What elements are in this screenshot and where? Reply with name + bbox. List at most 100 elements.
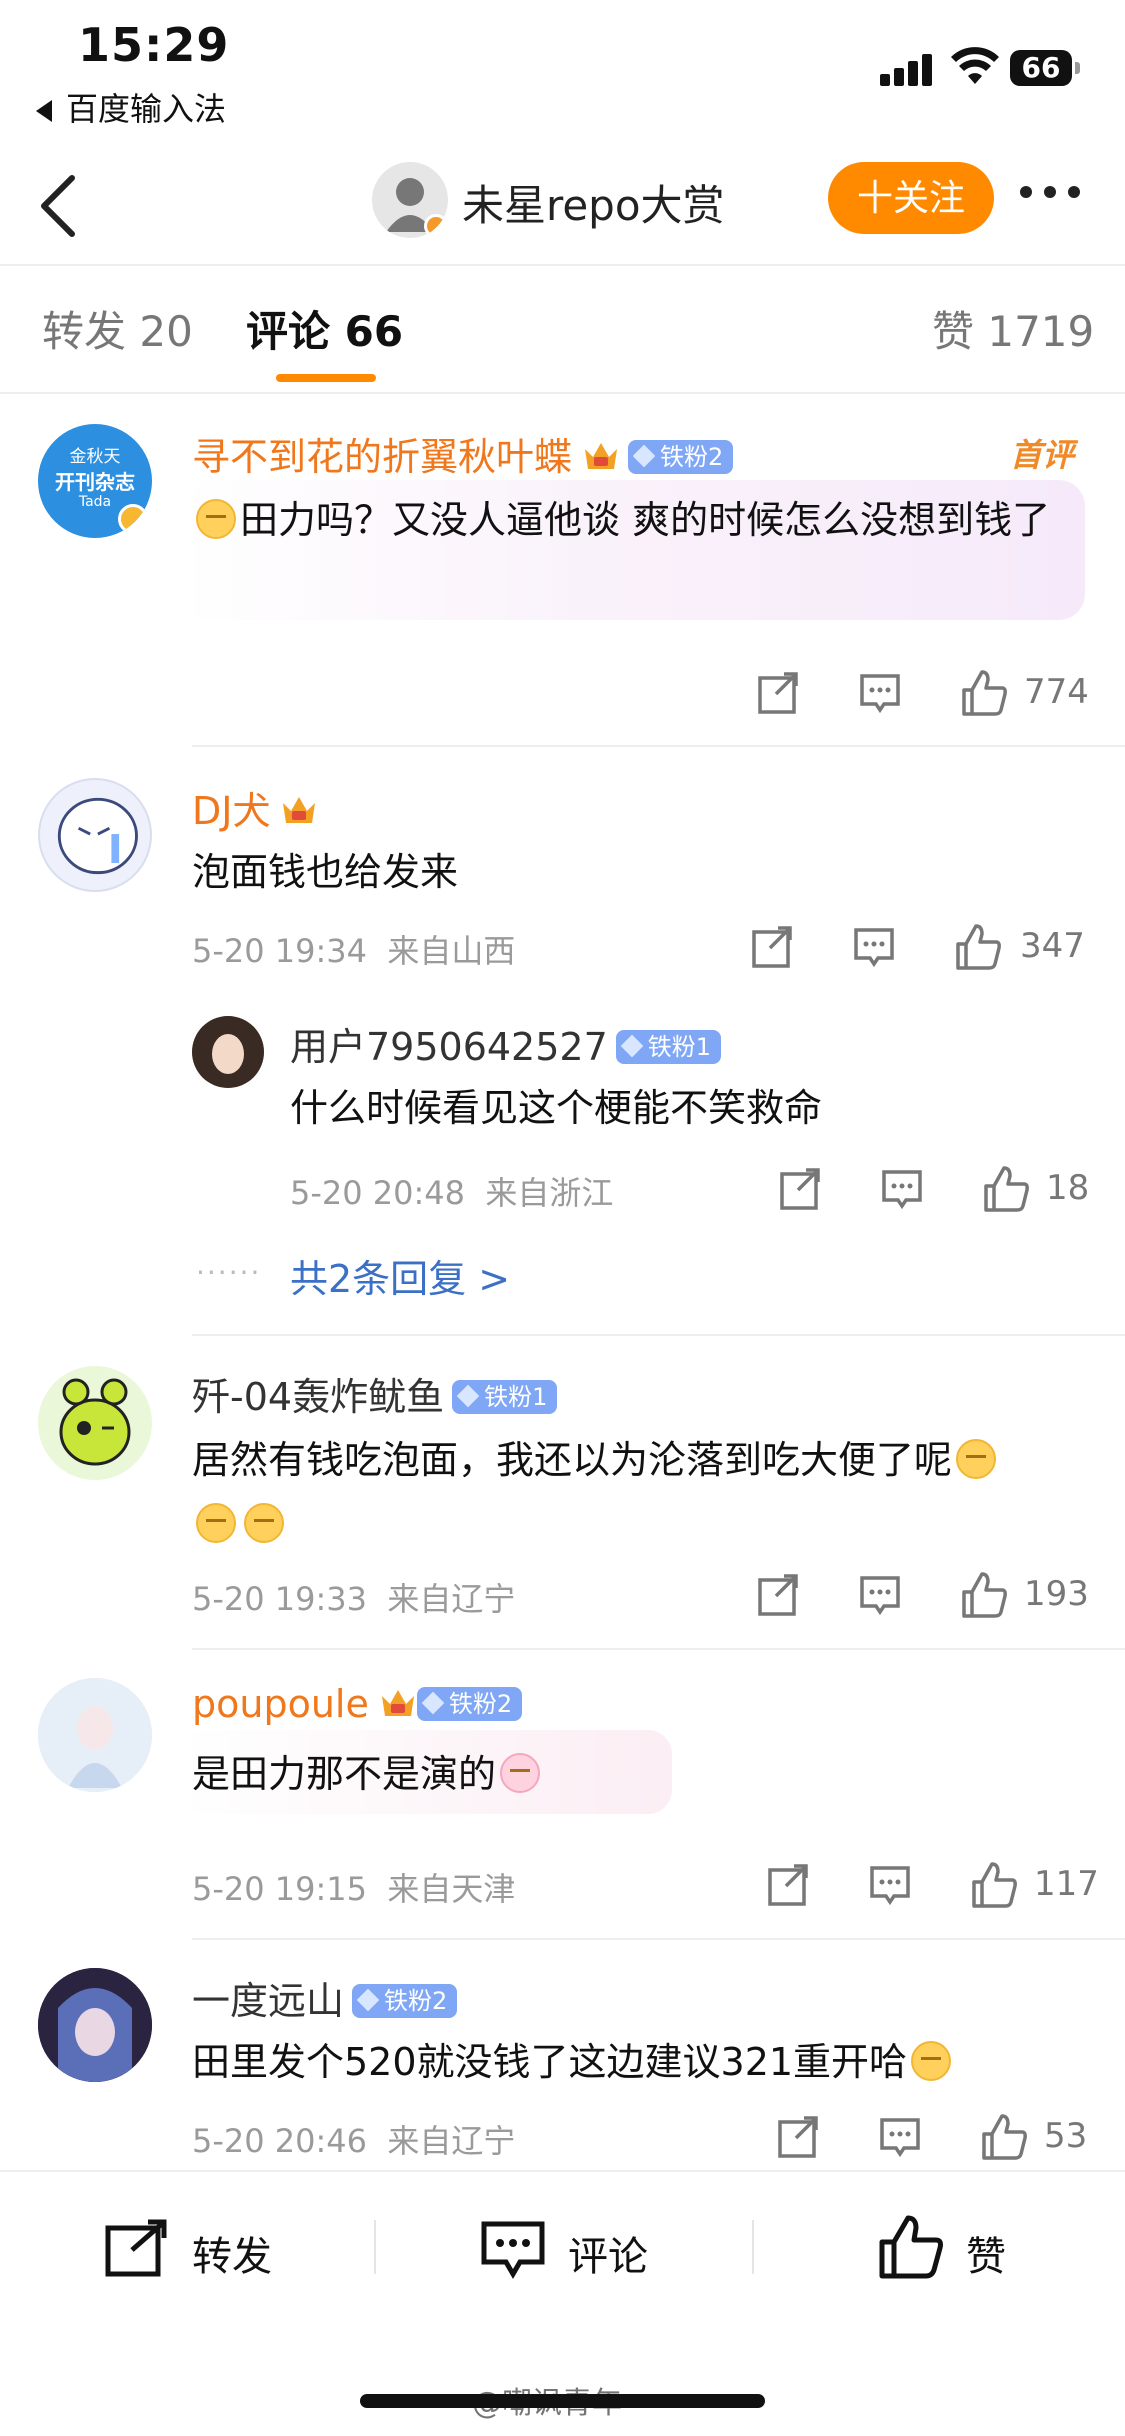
active-tab-indicator (276, 374, 376, 382)
comment-username[interactable]: DJ犬 (192, 780, 318, 835)
cartoon-avatar-image (57, 797, 138, 875)
share-icon[interactable] (756, 668, 800, 718)
repost-button[interactable]: 转发 (104, 2218, 304, 2280)
like-count: 117 (1034, 1864, 1099, 1904)
comment-actions: 117 (766, 1860, 1099, 1910)
like-count: 347 (1020, 926, 1085, 966)
comment-time: 5-20 19:15 (192, 1870, 368, 1908)
comment-icon[interactable] (852, 922, 896, 972)
nav-divider (0, 264, 1125, 266)
comment-text: 居然有钱吃泡面，我还以为沦落到吃大便了呢 (192, 1428, 1082, 1556)
reply-location: 来自浙江 (485, 1174, 614, 1212)
back-to-app-link[interactable]: 百度输入法 (36, 84, 226, 130)
back-triangle-icon (36, 100, 52, 122)
tab-likes[interactable]: 赞 1719 (932, 298, 1094, 359)
fan-badge-label: 铁粉2 (660, 442, 724, 471)
comment-username[interactable]: poupoule 铁粉2 (192, 1682, 523, 1726)
status-time: 15:29 (78, 18, 230, 72)
like-icon[interactable] (982, 1164, 1030, 1214)
comment-divider (192, 1648, 1125, 1650)
avatar-text-line: 开刊杂志 (55, 470, 135, 494)
reply-username[interactable]: 用户7950642527 铁粉1 (290, 1016, 722, 1071)
comment-text-content: 是田力那不是演的 (192, 1752, 497, 1796)
comment-time: 5-20 19:34 (192, 932, 368, 970)
comment-icon[interactable] (880, 1164, 924, 1214)
cellular-signal-icon (880, 52, 936, 86)
share-icon[interactable] (750, 922, 794, 972)
comment-text-content: 居然有钱吃泡面，我还以为沦落到吃大便了呢 (192, 1438, 953, 1482)
comment-meta: 5-20 19:34 来自山西 (192, 926, 515, 972)
back-app-label: 百度输入法 (66, 90, 227, 128)
fan-badge-label: 铁粉1 (647, 1032, 712, 1061)
comment-icon[interactable] (868, 1860, 912, 1910)
like-icon[interactable] (970, 1860, 1018, 1910)
crown-icon (283, 796, 316, 823)
reply-avatar[interactable] (192, 1016, 264, 1088)
comment-text-content: 田力吗？又没人逼他谈 爽的时候怎么没想到钱了 (240, 498, 1051, 542)
comment-text: 是田力那不是演的 (192, 1742, 1082, 1806)
laugh-cry-emoji-icon (911, 2040, 952, 2081)
comment-button[interactable]: 评论 (480, 2218, 680, 2280)
fan-badge: 铁粉2 (628, 439, 734, 474)
comment-actions: 53 (776, 2112, 1087, 2162)
comment-icon[interactable] (878, 2112, 922, 2162)
reply-actions: 18 (778, 1164, 1089, 1214)
comment-icon[interactable] (858, 1570, 902, 1620)
tab-comments[interactable]: 评论 66 (246, 298, 403, 359)
thread-dots: ······ (196, 1256, 262, 1289)
tab-repost[interactable]: 转发 20 (42, 298, 193, 359)
avatar[interactable]: 金秋天 开刊杂志 Tada (38, 424, 152, 538)
like-icon[interactable] (954, 922, 1002, 972)
verified-icon (424, 214, 448, 238)
comment-username[interactable]: 寻不到花的折翼秋叶蝶 铁粉2 (192, 426, 734, 481)
home-indicator[interactable] (360, 2394, 765, 2408)
share-icon[interactable] (766, 1860, 810, 1910)
like-label: 赞 (966, 2234, 1006, 2280)
view-replies-link[interactable]: 共2条回复 > (290, 1248, 510, 1303)
follow-button[interactable]: 十关注 (828, 162, 994, 234)
more-options-icon[interactable] (1018, 186, 1082, 206)
like-icon[interactable] (980, 2112, 1028, 2162)
comment-username[interactable]: 歼-04轰炸鱿鱼 铁粉1 (192, 1366, 558, 1421)
fan-badge-label: 铁粉2 (448, 1689, 513, 1718)
verified-icon (118, 504, 148, 534)
like-count: 193 (1024, 1574, 1089, 1614)
back-chevron-icon[interactable] (30, 170, 90, 240)
share-icon[interactable] (778, 1164, 822, 1214)
comment-actions: 774 (756, 668, 1089, 718)
comment-icon[interactable] (858, 668, 902, 718)
diamond-icon (421, 1691, 445, 1714)
bottom-toolbar: 转发 评论 赞 (0, 2170, 1125, 2320)
author-avatar[interactable] (372, 162, 448, 238)
illustration-avatar-image (38, 1678, 152, 1792)
share-icon[interactable] (776, 2112, 820, 2162)
comment-divider (192, 745, 1125, 747)
like-icon[interactable] (960, 1570, 1008, 1620)
smirk-emoji-icon (244, 1502, 284, 1543)
fan-badge-label: 铁粉2 (384, 1986, 448, 2015)
comment-divider (192, 1938, 1125, 1940)
share-icon[interactable] (756, 1570, 800, 1620)
avatar[interactable] (38, 1968, 152, 2082)
fan-badge: 铁粉2 (352, 1983, 458, 2018)
bunny-emoji-icon (500, 1752, 541, 1793)
username-text: DJ犬 (192, 789, 271, 833)
fan-badge: 铁粉1 (452, 1379, 558, 1414)
first-comment-tag: 首评 (1010, 436, 1075, 474)
username-text: 一度远山 (192, 1979, 345, 2023)
diamond-icon (356, 1988, 380, 2011)
reply-meta: 5-20 20:48 来自浙江 (290, 1168, 613, 1214)
cartoon-avatar-image (59, 1378, 131, 1466)
like-icon[interactable] (960, 668, 1008, 718)
comment-location: 来自辽宁 (387, 1580, 516, 1618)
avatar[interactable] (38, 1366, 152, 1480)
diamond-icon (456, 1384, 480, 1407)
comment-username[interactable]: 一度远山 铁粉2 (192, 1970, 458, 2025)
comment-icon (481, 2221, 545, 2279)
comment-location: 来自山西 (387, 932, 516, 970)
wifi-icon (951, 47, 999, 84)
avatar[interactable] (38, 778, 152, 892)
comment-divider (192, 1334, 1125, 1336)
like-button[interactable]: 赞 (878, 2215, 1038, 2280)
avatar[interactable] (38, 1678, 152, 1792)
